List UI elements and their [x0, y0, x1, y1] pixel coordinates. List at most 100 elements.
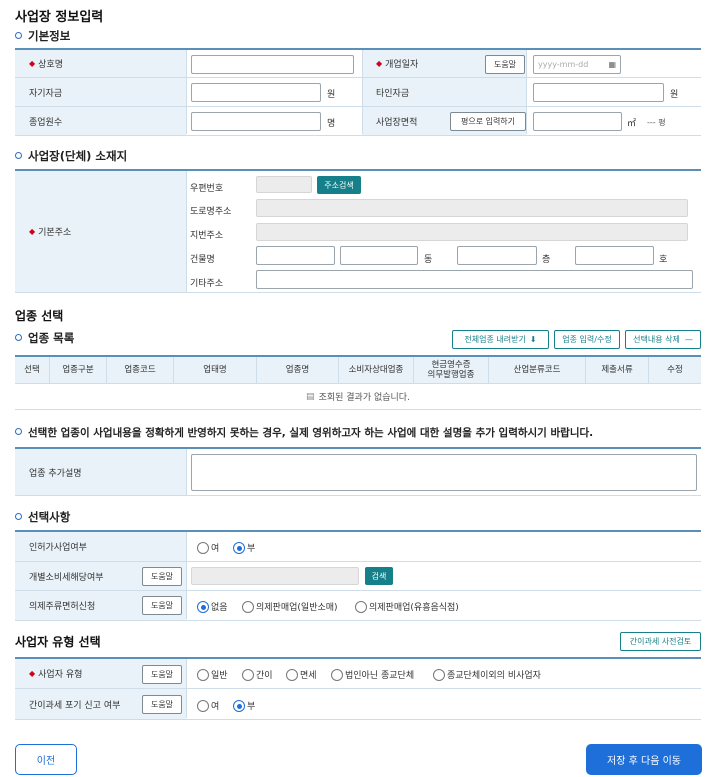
radio-icon — [286, 669, 298, 681]
download-icon: ⬇ — [529, 335, 537, 344]
liquor-entertainment-radio[interactable]: 의제판매업(유흥음식점) — [355, 600, 459, 613]
radio-icon — [331, 669, 343, 681]
open-date-help-button[interactable]: 도움말 — [485, 55, 525, 74]
calendar-icon[interactable]: ▦ — [608, 56, 616, 73]
liquor-none-radio[interactable]: 없음 — [197, 600, 228, 613]
biz-type-table: ◆ 사업자 유형 도움말 일반 간이 면세 법인아닌 종교단체 종교단체이외의 비… — [15, 657, 701, 720]
lot-address-input — [256, 223, 688, 241]
bullet-icon — [15, 334, 22, 341]
industry-list-title: 업종 목록 — [15, 330, 74, 346]
ho-input[interactable] — [575, 246, 654, 265]
radio-icon — [433, 669, 445, 681]
area-input[interactable] — [533, 112, 622, 131]
col-select: 선택 — [15, 357, 50, 383]
pyeong-input-button[interactable]: 평으로 입력하기 — [450, 112, 526, 131]
col-edit: 수정 — [667, 365, 683, 375]
col-classification: 산업분류코드 — [489, 357, 586, 383]
col-type: 업종구분 — [50, 357, 107, 383]
biz-type-nonbusiness-radio[interactable]: 종교단체이외의 비사업자 — [433, 668, 541, 681]
minus-icon: — — [684, 335, 693, 344]
biz-type-simplified-radio[interactable]: 간이 — [242, 668, 273, 681]
extra-desc-textarea[interactable] — [191, 454, 697, 491]
liquor-help-button[interactable]: 도움말 — [142, 596, 182, 615]
biz-type-general-radio[interactable]: 일반 — [197, 668, 228, 681]
bullet-icon — [15, 152, 22, 159]
basic-address-label: ◆ 기본주소 — [15, 171, 186, 292]
options-table: 인허가사업여부 여 부 개별소비세해당여부 도움말 검색 의제주류면허신청 도움… — [15, 530, 701, 621]
waive-help-button[interactable]: 도움말 — [142, 695, 182, 714]
col-business-type: 업태명 — [174, 357, 257, 383]
location-table: ◆ 기본주소 우편번호 주소검색 도로명주소 지번주소 건물명 동 층 호 기타주… — [15, 169, 701, 293]
biz-type-religious-radio[interactable]: 법인아닌 종교단체 — [331, 668, 414, 681]
document-icon: ▤ — [306, 391, 315, 402]
license-label: 인허가사업여부 — [15, 532, 186, 561]
radio-icon — [242, 601, 254, 613]
empty-result-row: ▤ 조회된 결과가 없습니다. — [15, 384, 701, 410]
won-unit: 원 — [327, 90, 336, 100]
radio-icon — [355, 601, 367, 613]
floor-input[interactable] — [457, 246, 537, 265]
extra-desc-label: 업종 추가설명 — [15, 449, 186, 495]
won-unit: 원 — [670, 90, 679, 100]
radio-icon — [242, 669, 254, 681]
biz-type-help-button[interactable]: 도움말 — [142, 665, 182, 684]
basic-info-table: ◆ 상호명 ◆ 개업일자 도움말 yyyy-mm-dd ▦ 자기자금 원 타인자금 원… — [15, 48, 701, 136]
sqm-unit: ㎡ — [627, 119, 637, 129]
bullet-icon — [15, 32, 22, 39]
building-label: 건물명 — [190, 255, 215, 265]
dong-unit: 동 — [424, 255, 433, 265]
employees-label: 종업원수 — [15, 107, 186, 135]
others-fund-label: 타인자금 — [362, 78, 526, 106]
section-options-title: 선택사항 — [15, 509, 70, 525]
industry-grid-header: 선택 업종구분 업종코드 업태명 업종명 소비자상대업종 현금영수증 의무발행업… — [15, 355, 701, 384]
excise-help-button[interactable]: 도움말 — [142, 567, 182, 586]
building-name-input[interactable] — [256, 246, 335, 265]
biz-type-exempt-radio[interactable]: 면세 — [286, 668, 317, 681]
trade-name-input[interactable] — [191, 55, 354, 74]
section-basic-title: 기본정보 — [15, 28, 70, 44]
col-cash-receipt: 현금영수증 의무발행업종 — [414, 357, 489, 383]
radio-checked-icon — [197, 601, 209, 613]
liquor-retail-radio[interactable]: 의제판매업(일반소매) — [242, 600, 338, 613]
save-next-button[interactable]: 저장 후 다음 이동 — [586, 744, 702, 775]
license-yes-radio[interactable]: 여 — [197, 541, 219, 554]
radio-checked-icon — [233, 700, 245, 712]
simplified-tax-precheck-button[interactable]: 간이과세 사전검토 — [620, 632, 701, 651]
waive-no-radio[interactable]: 부 — [233, 699, 255, 712]
col-consumer: 소비자상대업종 — [339, 357, 414, 383]
others-fund-input[interactable] — [533, 83, 664, 102]
delete-selected-button[interactable]: 선택내용 삭제 — — [625, 330, 701, 349]
road-address-input — [256, 199, 688, 217]
trade-name-label: ◆ 상호명 — [15, 50, 186, 77]
person-unit: 명 — [327, 119, 336, 129]
waive-yes-radio[interactable]: 여 — [197, 699, 219, 712]
address-search-button[interactable]: 주소검색 — [317, 176, 361, 194]
excise-search-button[interactable]: 검색 — [365, 567, 393, 585]
bullet-icon — [15, 428, 22, 435]
bullet-icon — [15, 513, 22, 520]
dong-input[interactable] — [340, 246, 418, 265]
license-no-radio[interactable]: 부 — [233, 541, 255, 554]
col-documents: 제출서류 — [586, 357, 649, 383]
ho-unit: 호 — [659, 255, 668, 265]
own-fund-label: 자기자금 — [15, 78, 186, 106]
road-address-label: 도로명주소 — [190, 207, 232, 217]
open-date-input[interactable]: yyyy-mm-dd ▦ — [533, 55, 621, 74]
section-location-title: 사업장(단체) 소재지 — [15, 148, 127, 164]
excise-input — [191, 567, 359, 585]
industry-section-title: 업종 선택 — [15, 309, 64, 323]
employees-input[interactable] — [191, 112, 321, 131]
industry-edit-button[interactable]: 업종 입력/수정 — [554, 330, 620, 349]
prev-button[interactable]: 이전 — [15, 744, 77, 775]
etc-address-input[interactable] — [256, 270, 693, 289]
floor-unit: 층 — [542, 255, 551, 265]
pyeong-readout: --- 평 — [647, 118, 666, 127]
zip-input — [256, 176, 312, 193]
zip-label: 우편번호 — [190, 184, 224, 194]
etc-address-label: 기타주소 — [190, 279, 224, 289]
biz-type-title: 사업자 유형 선택 — [15, 635, 101, 649]
col-code: 업종코드 — [107, 357, 174, 383]
radio-icon — [197, 542, 209, 554]
download-all-industries-button[interactable]: 전체업종 내려받기 ⬇ — [452, 330, 549, 349]
own-fund-input[interactable] — [191, 83, 321, 102]
